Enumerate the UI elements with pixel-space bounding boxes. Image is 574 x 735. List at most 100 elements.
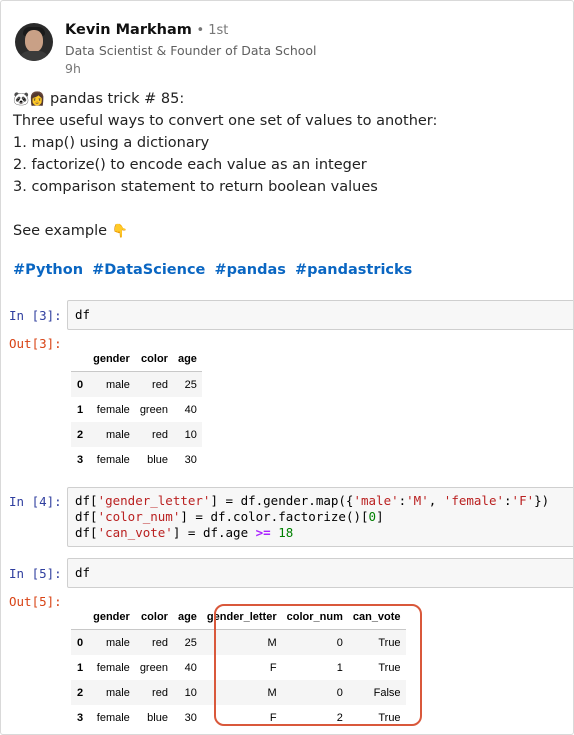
table-cell: blue: [147, 711, 168, 724]
code-token: :: [504, 493, 512, 508]
post-line-title: 🐼👩 pandas trick # 85:: [13, 88, 563, 110]
row-index: 3: [77, 453, 84, 466]
point-down-emoji-icon: 👇: [111, 224, 128, 239]
column-header: color: [134, 604, 173, 630]
column-header: gender: [88, 604, 135, 630]
table-cell: 40: [184, 403, 197, 416]
code-token: }): [534, 493, 550, 508]
table-cell: green: [139, 661, 168, 674]
in-prompt: In [3]:: [9, 308, 62, 323]
avatar-shirt: [19, 51, 49, 61]
code-line: df['can_vote'] = df.age >= 18: [68, 525, 573, 541]
new-columns-highlight: [214, 604, 422, 726]
table-cell: 25: [184, 378, 197, 391]
post-header: Kevin Markham • 1st Data Scientist & Fou…: [15, 19, 555, 79]
row-index: 1: [77, 403, 84, 416]
code-cell[interactable]: df: [67, 300, 573, 330]
linkedin-post-card: Kevin Markham • 1st Data Scientist & Fou…: [0, 0, 574, 735]
dataframe-table-1: gender color age 0 male red 25 1 female …: [71, 346, 202, 472]
table-cell: male: [105, 378, 130, 391]
table-cell: 10: [184, 686, 197, 699]
code-string: 'color_num': [97, 509, 181, 524]
post-time: 9h: [65, 61, 81, 76]
index-header: [71, 604, 89, 630]
index-header: [71, 346, 89, 372]
table-row: 1 female green 40: [71, 397, 202, 422]
person-emoji-icon: 👩: [29, 92, 46, 107]
table-cell: 40: [184, 661, 197, 674]
column-header: age: [172, 346, 202, 372]
code-string: 'can_vote': [97, 525, 173, 540]
table-cell: red: [152, 636, 168, 649]
code-cell[interactable]: df: [67, 558, 573, 588]
author-headline: Data Scientist & Founder of Data School: [65, 43, 317, 58]
table-cell: female: [96, 661, 130, 674]
table-cell: red: [152, 686, 168, 699]
out-prompt: Out[3]:: [9, 336, 62, 351]
post-body: 🐼👩 pandas trick # 85: Three useful ways …: [13, 88, 563, 242]
row-index: 2: [77, 686, 84, 699]
column-header: color: [134, 346, 173, 372]
out-prompt: Out[5]:: [9, 594, 62, 609]
code-token: ]: [376, 509, 384, 524]
code-token: ] = df.color.factorize()[: [180, 509, 369, 524]
hashtags: #Python #DataScience #pandas #pandastric…: [13, 262, 416, 278]
table-cell: female: [96, 403, 130, 416]
table-cell: male: [105, 428, 130, 441]
table-cell: male: [105, 686, 130, 699]
in-prompt: In [5]:: [9, 566, 62, 581]
table-row: 2 male red 10: [71, 422, 202, 447]
code-string: 'male': [353, 493, 399, 508]
connection-degree: • 1st: [196, 23, 229, 38]
code-string: 'M': [406, 493, 429, 508]
hashtag-link[interactable]: #DataScience: [92, 262, 205, 278]
table-header-row: gender color age: [71, 346, 202, 372]
row-index: 0: [77, 636, 84, 649]
code-number: 18: [278, 525, 294, 540]
table-cell: red: [152, 378, 168, 391]
code-string: 'female': [443, 493, 505, 508]
code-token: df[: [75, 525, 98, 540]
code-string: 'F': [511, 493, 535, 508]
hashtag-link[interactable]: #pandas: [214, 262, 285, 278]
code-line: df['gender_letter'] = df.gender.map({'ma…: [68, 493, 573, 509]
author-line: Kevin Markham • 1st: [65, 22, 228, 38]
table-cell: red: [152, 428, 168, 441]
post-text-line: pandas trick # 85:: [49, 91, 185, 107]
panda-emoji-icon: 🐼: [13, 92, 30, 107]
table-cell: female: [96, 711, 130, 724]
author-avatar[interactable]: [15, 23, 53, 61]
post-text-line: 3. comparison statement to return boolea…: [13, 179, 378, 195]
post-text-line: 2. factorize() to encode each value as a…: [13, 157, 367, 173]
table-cell: 30: [184, 453, 197, 466]
code-token: ,: [428, 493, 444, 508]
table-cell: green: [139, 403, 168, 416]
row-index: 3: [77, 711, 84, 724]
row-index: 0: [77, 378, 84, 391]
row-index: 1: [77, 661, 84, 674]
code-token: ] = df.gender.map({: [210, 493, 354, 508]
author-name[interactable]: Kevin Markham: [65, 22, 192, 38]
code-number: 0: [368, 509, 377, 524]
column-header: age: [172, 604, 202, 630]
code-token: df[: [75, 509, 98, 524]
code-line: df['color_num'] = df.color.factorize()[0…: [68, 509, 573, 525]
column-header: gender: [88, 346, 135, 372]
post-line-example: See example 👇: [13, 220, 563, 242]
code-cell[interactable]: df['gender_letter'] = df.gender.map({'ma…: [67, 487, 573, 547]
table-cell: 10: [184, 428, 197, 441]
post-text-line: 1. map() using a dictionary: [13, 135, 210, 151]
code-token: ] = df.age: [172, 525, 256, 540]
code-token: df[: [75, 493, 98, 508]
row-index: 2: [77, 428, 84, 441]
code-line: df: [75, 307, 91, 322]
table-row: 0 male red 25: [71, 371, 202, 397]
table-cell: female: [96, 453, 130, 466]
hashtag-link[interactable]: #pandastricks: [295, 262, 412, 278]
in-prompt: In [4]:: [9, 494, 62, 509]
code-string: 'gender_letter': [97, 493, 211, 508]
code-operator: >=: [255, 525, 271, 540]
table-cell: male: [105, 636, 130, 649]
hashtag-link[interactable]: #Python: [13, 262, 83, 278]
